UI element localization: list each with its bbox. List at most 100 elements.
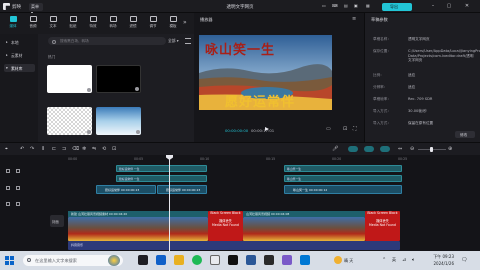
sidebar-item-local[interactable]: ▸ 本地	[4, 38, 35, 46]
crop-icon[interactable]: ⊡	[343, 126, 347, 132]
sidebar-item-library[interactable]: ▾ 素材库	[4, 64, 35, 72]
filter-icon[interactable]	[185, 37, 191, 44]
modify-button[interactable]: 修改	[455, 131, 475, 138]
network-icon[interactable]: ⊿	[402, 257, 406, 263]
crop-tool-icon[interactable]: ⊡	[112, 146, 116, 152]
eye-icon[interactable]	[16, 202, 20, 206]
auto-snap-toggle[interactable]	[364, 146, 374, 152]
chrome-icon[interactable]	[210, 255, 220, 265]
video-clip[interactable]	[68, 217, 208, 241]
rotate-icon[interactable]: ⟲	[102, 146, 106, 152]
fullscreen-icon[interactable]: ⛶	[353, 126, 357, 132]
tab-media[interactable]: 媒体	[3, 15, 23, 33]
split-icon[interactable]: ⫴	[42, 146, 44, 152]
clock-date[interactable]: 2024/1/26	[422, 261, 454, 266]
lock-icon[interactable]	[6, 169, 10, 173]
tab-adjust[interactable]: 调节	[143, 15, 163, 33]
eye-icon[interactable]	[16, 169, 20, 173]
sidebar-item-cloud[interactable]: ▸ 云素材	[4, 51, 35, 59]
clock-time[interactable]: 下午 09:23	[422, 254, 454, 260]
task-view-icon[interactable]	[138, 255, 148, 265]
word-icon[interactable]	[246, 255, 256, 265]
video-clip[interactable]	[243, 217, 365, 241]
aspect-icon[interactable]: ▭	[326, 126, 331, 132]
caption-clip[interactable]: 愿好运常伴 00:00:00:23	[157, 185, 207, 194]
text-clip[interactable]: 咏山笑一生	[284, 165, 402, 172]
tray-expand-icon[interactable]: ⌃	[382, 257, 386, 263]
search-highlight-icon[interactable]	[108, 255, 120, 266]
lock-icon[interactable]	[6, 186, 10, 190]
select-tool-icon[interactable]: ⌖	[5, 146, 8, 152]
undo-icon[interactable]: ↶	[20, 146, 24, 152]
close-icon[interactable]: ✕	[464, 4, 470, 9]
menu-icon[interactable]: ≡	[352, 16, 356, 22]
weather-icon[interactable]	[334, 256, 342, 264]
document-title[interactable]: 透明文字网页	[180, 4, 300, 10]
redo-icon[interactable]: ↷	[30, 146, 34, 152]
download-icon[interactable]	[134, 86, 139, 91]
media-thumb-white[interactable]	[47, 65, 92, 93]
ime-indicator[interactable]: 英	[392, 257, 396, 263]
missing-media-clip[interactable]: Black Screen Black 媒体丢失 Media Not Found	[365, 211, 400, 241]
more-tabs-icon[interactable]: »	[183, 19, 187, 26]
missing-media-clip[interactable]: Black Screen Black 媒体丢失 Media Not Found	[208, 211, 243, 241]
text-clip[interactable]: 愿好运常伴 一生	[116, 175, 207, 182]
delete-icon[interactable]: ⌫	[72, 146, 79, 152]
zoom-slider-handle[interactable]	[430, 147, 433, 152]
tab-audio[interactable]: 音频	[23, 15, 43, 33]
timeline[interactable]: 00:00 00:05 00:10 00:15 00:20 00:25 封面 愿…	[0, 155, 480, 251]
eye-icon[interactable]	[16, 186, 20, 190]
play-icon[interactable]	[265, 126, 269, 131]
tab-stickers[interactable]: 贴纸	[63, 15, 83, 33]
split-left-icon[interactable]: ⊏	[52, 146, 56, 152]
zoom-out-icon[interactable]: ⊖	[410, 146, 414, 152]
preview-axis-icon[interactable]: ⇔	[398, 146, 402, 152]
text-clip[interactable]: 愿好运常伴 一生	[116, 165, 207, 172]
microphone-icon[interactable]: 🎤︎	[332, 146, 338, 152]
main-track-magnet-toggle[interactable]	[348, 146, 358, 152]
download-icon[interactable]	[135, 129, 140, 134]
tab-filters[interactable]: 滤镜	[123, 15, 143, 33]
playhead[interactable]	[169, 155, 170, 251]
file-explorer-icon[interactable]	[174, 255, 184, 265]
minimize-icon[interactable]: –	[430, 4, 436, 9]
tab-templates[interactable]: 模板	[163, 15, 183, 33]
freeze-icon[interactable]: ❄	[82, 146, 86, 152]
media-thumb-transparent[interactable]	[47, 107, 92, 135]
media-thumb-black[interactable]	[96, 65, 141, 93]
zoom-in-icon[interactable]: ⊕	[448, 146, 452, 152]
link-toggle[interactable]	[380, 146, 390, 152]
maximize-icon[interactable]: ▢	[446, 4, 452, 9]
audio-clip[interactable]: 抖音音乐	[68, 241, 400, 250]
caption-clip[interactable]: 咏山笑一生 00:00:00:12	[284, 185, 402, 194]
menu-button[interactable]: 菜单 ▾	[29, 2, 43, 15]
layout-button[interactable]: ▤	[344, 3, 348, 10]
split-right-icon[interactable]: ⊐	[62, 146, 66, 152]
filter-dropdown[interactable]: 全部 ▾	[168, 38, 179, 44]
feedback-icon[interactable]: ▦	[366, 3, 370, 10]
notification-icon[interactable]: 🗨︎	[461, 257, 467, 263]
shortcut-icon[interactable]: ⌨	[332, 3, 338, 10]
mirror-icon[interactable]: ⇋	[92, 146, 96, 152]
export-button[interactable]: 导出	[382, 2, 412, 11]
volume-icon[interactable]: 🔈︎	[412, 257, 415, 263]
preview-canvas[interactable]: 咏山笑一生 愿好运常伴	[199, 35, 332, 110]
media-thumb-sky[interactable]	[96, 107, 141, 135]
mail-icon[interactable]	[300, 255, 310, 265]
search-input[interactable]: 搜索黑白场、转场	[48, 37, 166, 45]
lock-icon[interactable]	[6, 202, 10, 206]
download-icon[interactable]	[86, 129, 91, 134]
caption-clip[interactable]: 愿好运常伴 00:00:00:23	[96, 185, 156, 194]
tab-transitions[interactable]: 转场	[103, 15, 123, 33]
weather-text[interactable]: 晴 天	[344, 258, 353, 264]
capcut-icon[interactable]	[228, 255, 238, 265]
terminal-icon[interactable]	[264, 255, 274, 265]
layout-alt-button[interactable]: ▣	[354, 3, 358, 10]
cover-button[interactable]: 封面	[50, 215, 64, 227]
windows-start-icon[interactable]	[5, 256, 14, 265]
ratio-button[interactable]: ▭	[322, 3, 326, 10]
tab-effects[interactable]: 特效	[83, 15, 103, 33]
edge-icon[interactable]	[156, 255, 166, 265]
download-icon[interactable]	[86, 87, 91, 92]
playhead-handle[interactable]	[166, 155, 173, 160]
